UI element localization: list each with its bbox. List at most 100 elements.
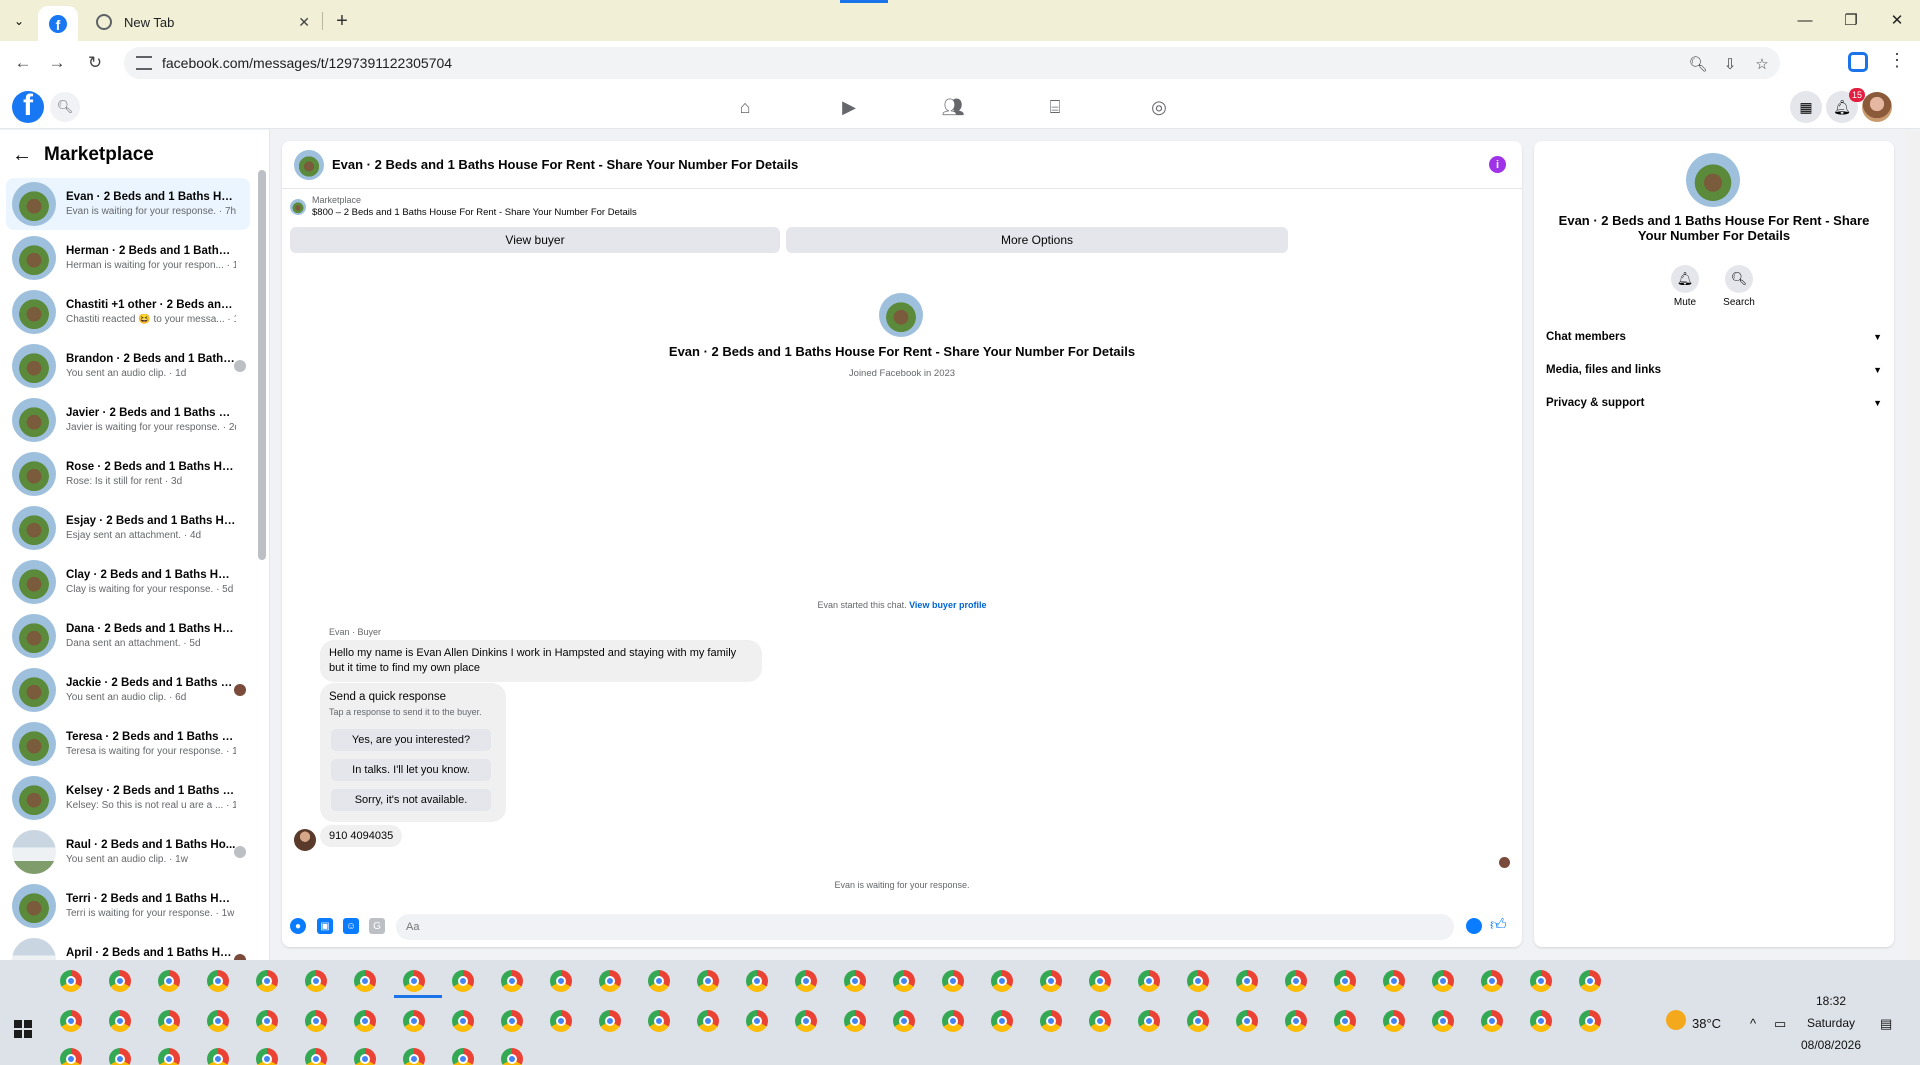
chrome-taskbar-icon[interactable] bbox=[991, 1010, 1013, 1032]
install-app-icon[interactable]: ⇩ bbox=[1718, 53, 1742, 75]
chrome-taskbar-icon[interactable] bbox=[256, 1010, 278, 1032]
conversation-item[interactable]: Chastiti +1 other · 2 Beds and 1 ... Chas… bbox=[6, 286, 250, 338]
chrome-taskbar-icon[interactable] bbox=[1579, 970, 1601, 992]
profile-avatar[interactable] bbox=[1862, 92, 1892, 122]
chrome-taskbar-icon[interactable] bbox=[207, 970, 229, 992]
chat-avatar[interactable] bbox=[294, 149, 324, 180]
home-icon[interactable]: ⌂ bbox=[731, 93, 759, 121]
sender-avatar[interactable] bbox=[294, 829, 316, 851]
chrome-taskbar-icon[interactable] bbox=[550, 1010, 572, 1032]
chrome-taskbar-icon[interactable] bbox=[697, 1010, 719, 1032]
zoom-icon[interactable]: 🔍︎ bbox=[1686, 53, 1710, 75]
chrome-taskbar-icon[interactable] bbox=[1187, 1010, 1209, 1032]
chrome-taskbar-icon[interactable] bbox=[501, 1048, 523, 1065]
chrome-taskbar-icon[interactable] bbox=[403, 1048, 425, 1065]
chrome-taskbar-icon[interactable] bbox=[452, 1048, 474, 1065]
conversation-item[interactable]: Esjay · 2 Beds and 1 Baths Hous... Esjay … bbox=[6, 502, 250, 554]
marketplace-icon[interactable]: ⌸ bbox=[1041, 93, 1069, 121]
chrome-taskbar-icon[interactable] bbox=[109, 1010, 131, 1032]
conversation-item[interactable]: Terri · 2 Beds and 1 Baths House... Terri… bbox=[6, 880, 250, 932]
chrome-taskbar-icon[interactable] bbox=[354, 1010, 376, 1032]
chrome-taskbar-icon[interactable] bbox=[305, 970, 327, 992]
chrome-taskbar-icon[interactable] bbox=[305, 1010, 327, 1032]
emoji-icon[interactable] bbox=[1466, 918, 1482, 934]
chrome-taskbar-icon[interactable] bbox=[1187, 970, 1209, 992]
browser-menu-icon[interactable]: ⋮ bbox=[1888, 50, 1906, 71]
sticker-icon[interactable]: ☺ bbox=[343, 918, 359, 934]
bookmark-star-icon[interactable]: ☆ bbox=[1750, 53, 1774, 75]
chrome-taskbar-icon[interactable] bbox=[893, 1010, 915, 1032]
new-tab-button[interactable]: + bbox=[328, 8, 356, 34]
chrome-taskbar-icon[interactable] bbox=[305, 1048, 327, 1065]
sidebar-scrollbar[interactable] bbox=[258, 170, 266, 560]
info-icon[interactable]: i bbox=[1489, 156, 1506, 173]
chrome-taskbar-icon[interactable] bbox=[991, 970, 1013, 992]
section-chat-members[interactable]: Chat members ▼ bbox=[1544, 325, 1884, 349]
chrome-taskbar-icon[interactable] bbox=[942, 970, 964, 992]
chrome-taskbar-icon[interactable] bbox=[403, 1010, 425, 1032]
forward-button[interactable]: → bbox=[44, 51, 70, 75]
chat-title[interactable]: Evan · 2 Beds and 1 Baths House For Rent… bbox=[332, 157, 798, 172]
chrome-taskbar-icon[interactable] bbox=[1285, 970, 1307, 992]
message-input[interactable] bbox=[396, 914, 1454, 940]
chrome-taskbar-icon[interactable] bbox=[1383, 970, 1405, 992]
show-hidden-icons[interactable]: ^ bbox=[1750, 1016, 1756, 1031]
chrome-taskbar-icon[interactable] bbox=[550, 970, 572, 992]
chrome-taskbar-icon[interactable] bbox=[1236, 970, 1258, 992]
microphone-icon[interactable]: ● bbox=[290, 918, 306, 934]
chrome-taskbar-icon[interactable] bbox=[1579, 1010, 1601, 1032]
site-info-icon[interactable] bbox=[136, 56, 152, 70]
notification-center-icon[interactable]: ▤ bbox=[1880, 1016, 1892, 1032]
conversation-item[interactable]: April · 2 Beds and 1 Baths Ho...You sent… bbox=[6, 934, 250, 960]
chrome-taskbar-icon[interactable] bbox=[844, 970, 866, 992]
back-arrow-icon[interactable]: ← bbox=[12, 144, 32, 167]
more-options-button[interactable]: More Options bbox=[786, 227, 1288, 253]
chrome-taskbar-icon[interactable] bbox=[1481, 970, 1503, 992]
chrome-taskbar-icon[interactable] bbox=[158, 1010, 180, 1032]
back-button[interactable]: ← bbox=[10, 51, 36, 75]
conversation-item[interactable]: Javier · 2 Beds and 1 Baths Hou... Javier… bbox=[6, 394, 250, 446]
windows-start-icon[interactable] bbox=[14, 1020, 32, 1038]
phone-message-bubble[interactable]: 910 4094035 bbox=[320, 825, 403, 847]
chrome-taskbar-icon[interactable] bbox=[256, 1048, 278, 1065]
tab-new-tab[interactable]: New Tab ✕ bbox=[88, 8, 318, 36]
conversation-item[interactable]: Evan · 2 Beds and 1 Baths Hous... Evan is… bbox=[6, 178, 250, 230]
like-icon[interactable]: 👍︎ bbox=[1490, 916, 1507, 935]
photo-icon[interactable]: ▣ bbox=[317, 918, 333, 934]
chrome-taskbar-icon[interactable] bbox=[1138, 970, 1160, 992]
chrome-taskbar-icon[interactable] bbox=[1530, 1010, 1552, 1032]
reload-button[interactable]: ↻ bbox=[82, 51, 108, 75]
section-privacy-support[interactable]: Privacy & support ▼ bbox=[1544, 391, 1884, 415]
chrome-taskbar-icon[interactable] bbox=[501, 970, 523, 992]
friends-icon[interactable]: 👥︎ bbox=[939, 93, 967, 121]
groups-icon[interactable]: ◎ bbox=[1145, 93, 1173, 121]
taskbar-clock[interactable]: 18:32 Saturday 08/08/2026 bbox=[1786, 990, 1876, 1056]
listing-banner[interactable]: Marketplace $800 – 2 Beds and 1 Baths Ho… bbox=[290, 195, 637, 218]
conversation-item[interactable]: Teresa · 2 Beds and 1 Baths Hou... Teresa… bbox=[6, 718, 250, 770]
chrome-taskbar-icon[interactable] bbox=[599, 970, 621, 992]
chrome-taskbar-icon[interactable] bbox=[1089, 1010, 1111, 1032]
search-icon[interactable]: 🔍︎ bbox=[50, 92, 80, 122]
temperature-label[interactable]: 38°C bbox=[1692, 1016, 1721, 1031]
chrome-taskbar-icon[interactable] bbox=[158, 1048, 180, 1065]
address-bar[interactable]: facebook.com/messages/t/1297391122305704… bbox=[124, 47, 1780, 79]
chrome-taskbar-icon[interactable] bbox=[893, 970, 915, 992]
network-icon[interactable]: ▭ bbox=[1774, 1016, 1786, 1032]
extension-icon[interactable] bbox=[1848, 52, 1868, 72]
conversation-item[interactable]: Rose · 2 Beds and 1 Baths Hous... Rose: I… bbox=[6, 448, 250, 500]
chrome-taskbar-icon[interactable] bbox=[746, 970, 768, 992]
view-buyer-profile-link[interactable]: View buyer profile bbox=[909, 600, 986, 610]
chrome-taskbar-icon[interactable] bbox=[1481, 1010, 1503, 1032]
chrome-taskbar-icon[interactable] bbox=[1432, 970, 1454, 992]
chrome-taskbar-icon[interactable] bbox=[403, 970, 425, 992]
conversation-item[interactable]: Kelsey · 2 Beds and 1 Baths Hou... Kelsey… bbox=[6, 772, 250, 824]
chrome-taskbar-icon[interactable] bbox=[109, 970, 131, 992]
chrome-taskbar-icon[interactable] bbox=[795, 1010, 817, 1032]
restore-button[interactable]: ❐ bbox=[1828, 8, 1874, 32]
chrome-taskbar-icon[interactable] bbox=[207, 1048, 229, 1065]
conversation-item[interactable]: Jackie · 2 Beds and 1 Baths H... You sent… bbox=[6, 664, 250, 716]
chrome-taskbar-icon[interactable] bbox=[501, 1010, 523, 1032]
tab-search-icon[interactable]: ⌄ bbox=[8, 10, 30, 32]
chrome-taskbar-icon[interactable] bbox=[354, 1048, 376, 1065]
section-media-files-links[interactable]: Media, files and links ▼ bbox=[1544, 358, 1884, 382]
